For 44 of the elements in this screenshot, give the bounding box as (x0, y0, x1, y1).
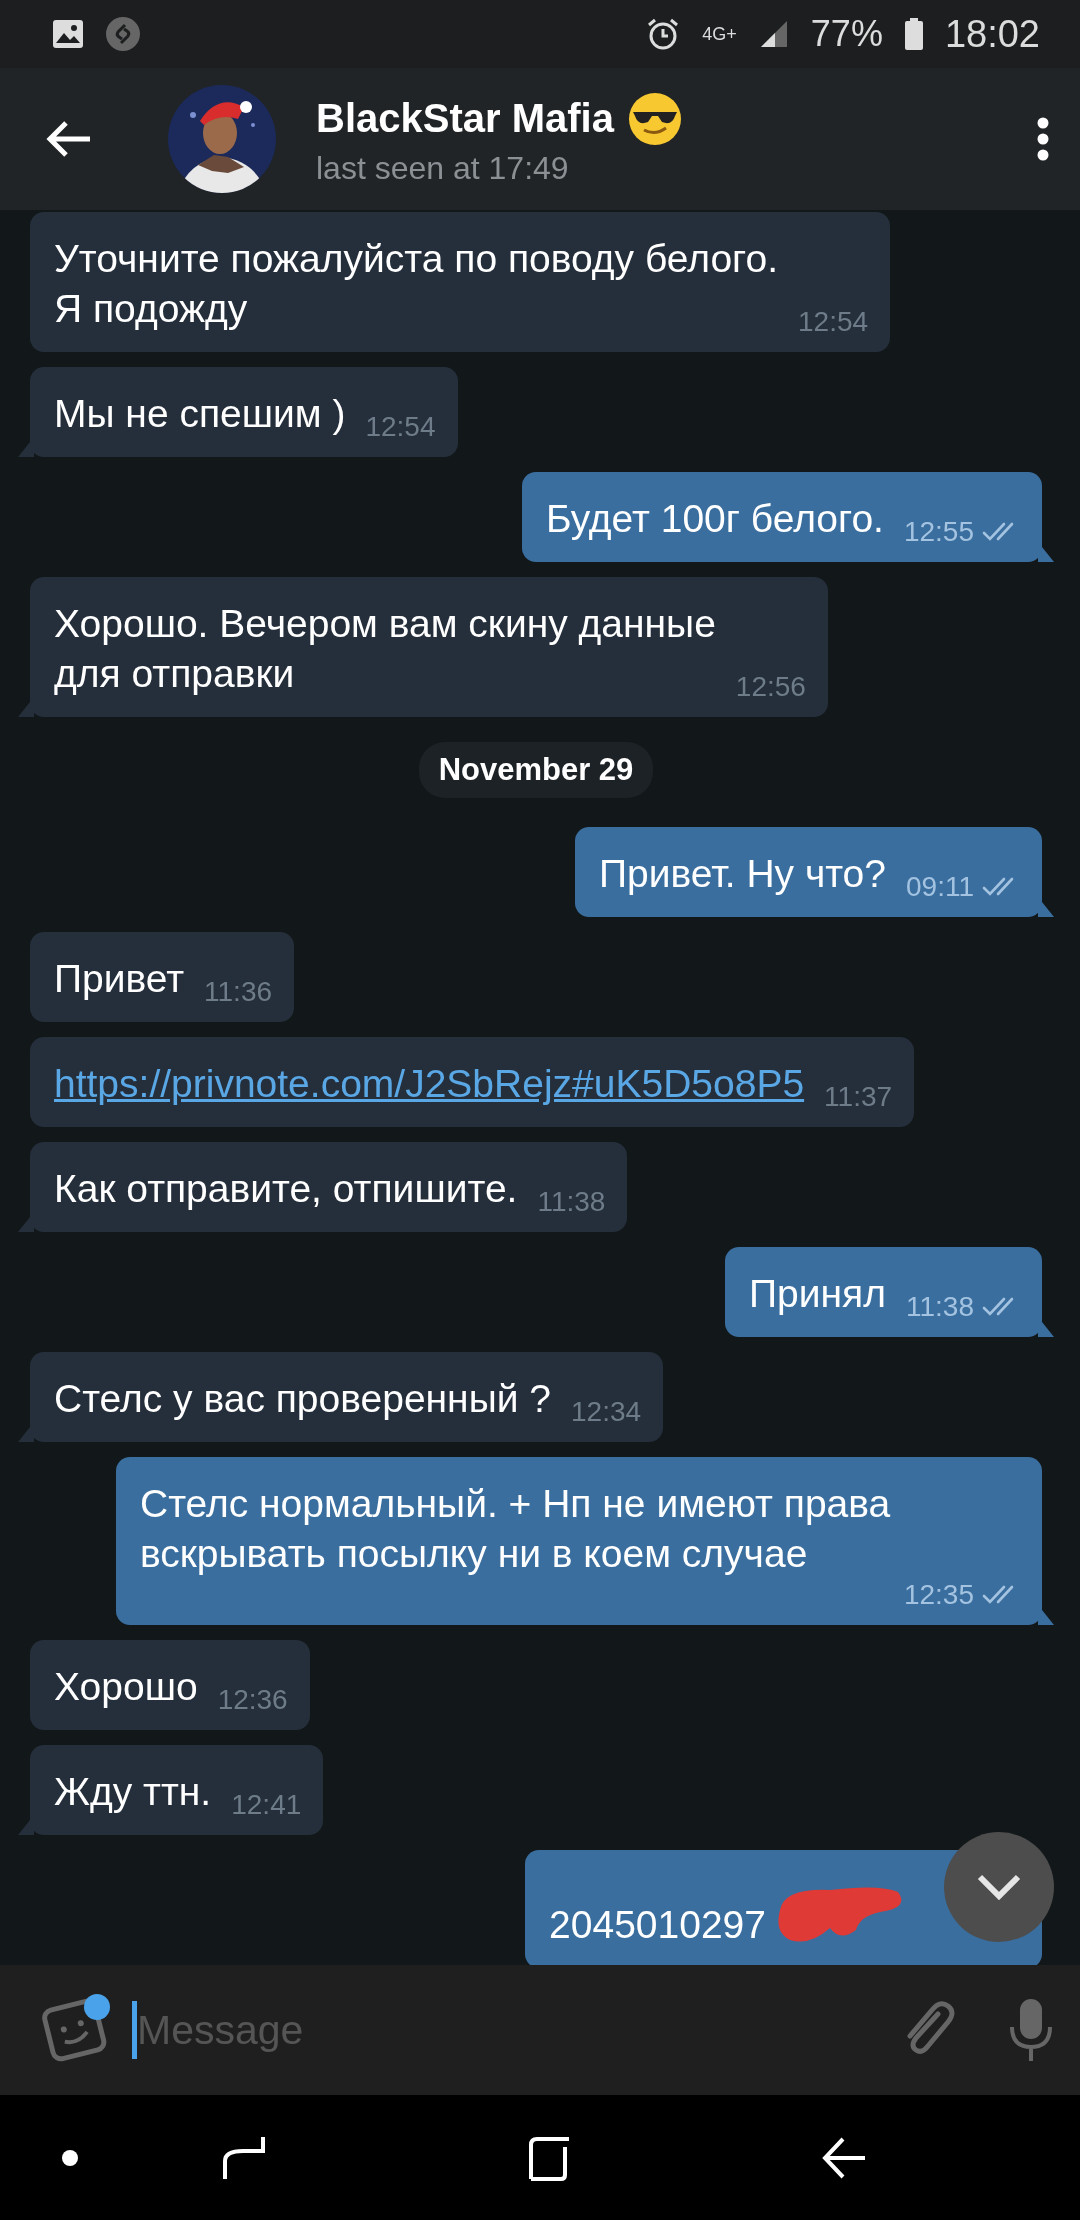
message-time: 11:36 (204, 976, 273, 1008)
image-icon (52, 19, 84, 49)
recent-apps-button[interactable] (223, 2134, 265, 2181)
message-time: 12:41 (231, 1789, 302, 1821)
sunglasses-emoji-icon (627, 91, 682, 146)
date-chip: November 29 (418, 742, 654, 798)
message-text: Стелс нормальный. + Нп не имеют права вскрывать посылку ни в коем случае (140, 1481, 891, 1577)
menu-button[interactable] (1036, 116, 1050, 162)
message-time: 12:56 (735, 671, 806, 703)
link[interactable]: https://privnote.com/J2SbRejz#uK5D5o8P5 (54, 1059, 805, 1109)
message-text: Стелс у вас проверенный ? (54, 1376, 551, 1422)
message-text: Как отправите, отпишите. (54, 1166, 518, 1212)
battery-icon (904, 18, 923, 50)
microphone-button[interactable] (1008, 1997, 1054, 2063)
message-text: Уточните пожалуйста по поводу белого. Я подожду (54, 236, 778, 332)
chat-title: BlackStar Mafia (316, 96, 614, 141)
message-text: 2045010297 (549, 1902, 766, 1948)
last-seen-status: last seen at 17:49 (316, 149, 570, 187)
message-time: 12:54 (365, 411, 436, 443)
clock: 18:02 (944, 12, 1040, 56)
message-time: 12:35 (903, 1579, 974, 1611)
message-text: Мы не спешим ) (54, 391, 346, 437)
message-text: Привет. Ну что? (599, 851, 886, 897)
message-time: 09:11 (906, 871, 974, 903)
message-text: Привет (54, 956, 185, 1002)
network-type: 4G+ (702, 23, 737, 45)
message-time: 12:54 (798, 306, 869, 338)
message-time: 11:38 (537, 1186, 606, 1218)
message-text: Хорошо (54, 1664, 198, 1710)
message-text: Будет 100г белого. (545, 496, 884, 542)
message-time: 12:36 (217, 1684, 288, 1716)
message-text: Принял (749, 1271, 886, 1317)
alarm-icon (646, 17, 681, 51)
message-text: Хорошо. Вечером вам скину данные для отправки (54, 601, 716, 697)
battery-level: 77% (810, 13, 883, 55)
message-time: 12:34 (571, 1396, 642, 1428)
back-button[interactable] (46, 119, 92, 159)
chevron-down-icon (977, 1874, 1021, 1900)
dot-icon[interactable] (62, 2149, 78, 2166)
message-time: 12:55 (903, 516, 974, 548)
message-text: Жду ттн. (54, 1769, 212, 1815)
app-logo-icon (106, 17, 140, 51)
message-time: 11:37 (824, 1081, 893, 1113)
message-time: 11:38 (906, 1291, 974, 1323)
